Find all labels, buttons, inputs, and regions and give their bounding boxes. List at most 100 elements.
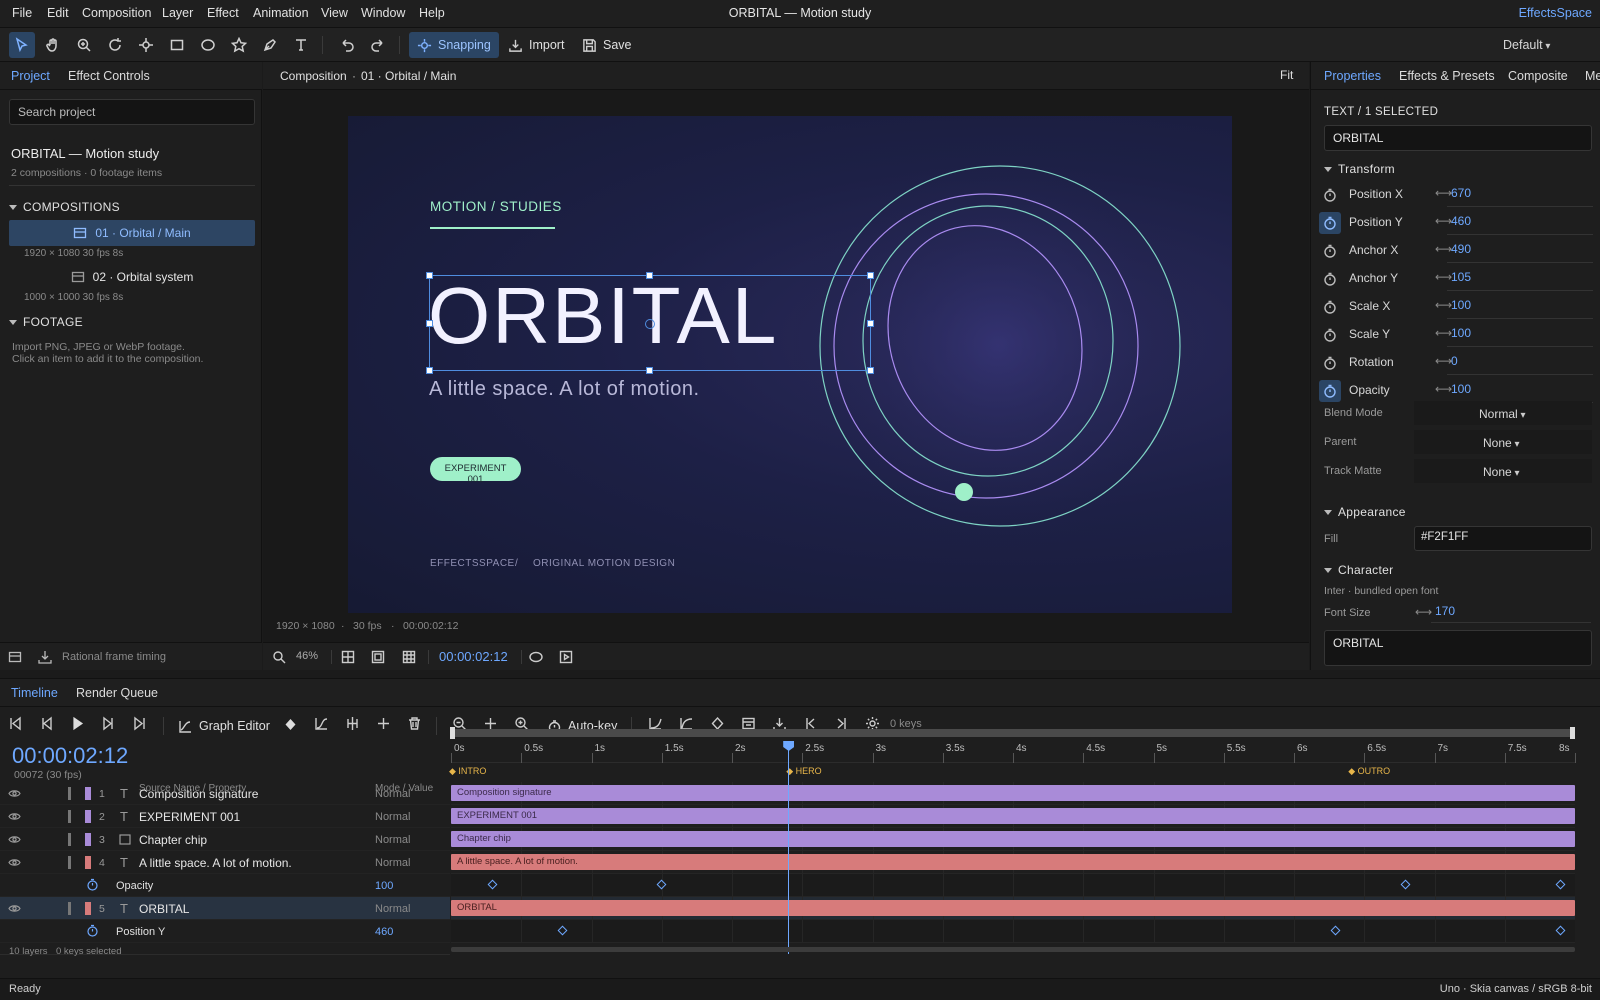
redo-icon[interactable] <box>365 32 391 58</box>
eye-icon[interactable] <box>8 903 21 914</box>
keyframe-icon[interactable] <box>283 717 298 732</box>
go-to-end-icon[interactable] <box>132 716 147 731</box>
subtitle-text[interactable]: A little space. A lot of motion. <box>429 378 700 401</box>
layer-row[interactable]: 2 T EXPERIMENT 001 Normal <box>0 805 450 828</box>
split-icon[interactable] <box>345 716 360 731</box>
composition-canvas[interactable]: MOTION / STUDIES ORBITAL A little space.… <box>348 116 1232 613</box>
snapping-toggle[interactable]: Snapping <box>409 32 499 58</box>
track-matte-dropdown[interactable]: None <box>1483 465 1520 479</box>
font-size-field[interactable]: 170 <box>1431 601 1591 623</box>
menu-layer[interactable]: Layer <box>162 6 193 20</box>
viewer-timecode[interactable]: 00:00:02:12 <box>439 649 508 664</box>
layer-mode[interactable]: Normal <box>375 811 410 823</box>
star-tool-icon[interactable] <box>226 32 252 58</box>
composition-item-system[interactable]: 02 · Orbital system <box>9 264 255 290</box>
marker-intro[interactable]: ◆ INTRO <box>449 766 486 777</box>
next-frame-icon[interactable] <box>101 716 116 731</box>
lock-toggle[interactable] <box>68 902 71 915</box>
layer-bar[interactable]: ORBITAL <box>451 900 1575 916</box>
transparency-grid-icon[interactable] <box>341 650 355 664</box>
footer-tagline-text[interactable]: ORIGINAL MOTION DESIGN <box>533 558 675 569</box>
fill-color-field[interactable]: #F2F1FF <box>1414 526 1592 551</box>
breadcrumb-comp[interactable]: 01 · Orbital / Main <box>361 69 456 83</box>
scale-y-field[interactable]: 100 <box>1447 323 1593 347</box>
keyframe-diamond[interactable] <box>1555 925 1566 936</box>
menu-window[interactable]: Window <box>361 6 405 20</box>
add-icon[interactable] <box>376 716 391 731</box>
anchor-y-field[interactable]: 105 <box>1447 267 1593 291</box>
timeline-scrollbar[interactable] <box>451 947 1575 952</box>
tab-effect-controls[interactable]: Effect Controls <box>68 69 150 83</box>
zoom-level[interactable]: 46% <box>296 650 318 662</box>
layer-row[interactable]: 5 T ORBITAL Normal <box>0 897 450 920</box>
eye-icon[interactable] <box>8 788 21 799</box>
rotate-tool-icon[interactable] <box>102 32 128 58</box>
rectangle-tool-icon[interactable] <box>164 32 190 58</box>
lock-toggle[interactable] <box>68 833 71 846</box>
stopwatch-icon[interactable] <box>1319 352 1341 374</box>
layer-bar[interactable]: A little space. A lot of motion. <box>451 854 1575 870</box>
layer-color-label[interactable] <box>85 787 91 800</box>
import-button[interactable]: Import <box>500 32 572 58</box>
safe-area-icon[interactable] <box>371 650 385 664</box>
stopwatch-icon[interactable] <box>1319 324 1341 346</box>
work-area-bar[interactable] <box>451 729 1575 737</box>
menu-effect[interactable]: Effect <box>207 6 239 20</box>
keyframe-diamond[interactable] <box>1555 879 1566 890</box>
mask-icon[interactable] <box>529 650 543 664</box>
preview-icon[interactable] <box>559 650 573 664</box>
character-section[interactable]: Character <box>1324 563 1393 577</box>
layer-color-label[interactable] <box>85 810 91 823</box>
lock-toggle[interactable] <box>68 856 71 869</box>
keyframe-diamond[interactable] <box>656 879 667 890</box>
easing-icon[interactable] <box>314 716 329 731</box>
property-value[interactable]: 460 <box>375 926 393 938</box>
layer-bar[interactable]: Composition signature <box>451 785 1575 801</box>
text-content-field[interactable]: ORBITAL <box>1324 630 1592 666</box>
layer-mode[interactable]: Normal <box>375 788 410 800</box>
selection-handle[interactable] <box>867 367 874 374</box>
play-icon[interactable] <box>70 716 85 731</box>
stopwatch-icon[interactable] <box>1319 240 1341 262</box>
tab-composite[interactable]: Composite <box>1508 69 1568 83</box>
layer-color-label[interactable] <box>85 902 91 915</box>
selection-handle[interactable] <box>646 367 653 374</box>
stopwatch-icon[interactable] <box>1319 380 1341 402</box>
menu-composition[interactable]: Composition <box>82 6 151 20</box>
graph-editor-button[interactable]: Graph Editor <box>178 715 270 737</box>
selection-handle[interactable] <box>426 367 433 374</box>
selection-handle[interactable] <box>426 320 433 327</box>
previous-frame-icon[interactable] <box>39 716 54 731</box>
breadcrumb-root[interactable]: Composition <box>280 69 347 83</box>
anchor-x-field[interactable]: 490 <box>1447 239 1593 263</box>
scrub-icon[interactable]: ⟷ <box>1415 605 1432 619</box>
font-info[interactable]: Inter · bundled open font <box>1324 585 1438 597</box>
layer-row[interactable]: 1 T Composition signature Normal <box>0 782 450 805</box>
experiment-chip[interactable]: EXPERIMENT 001 <box>430 457 521 485</box>
zoom-icon[interactable] <box>272 650 286 664</box>
selection-handle[interactable] <box>646 272 653 279</box>
ellipse-tool-icon[interactable] <box>195 32 221 58</box>
tab-effects-presets[interactable]: Effects & Presets <box>1399 69 1495 83</box>
selection-handle[interactable] <box>426 272 433 279</box>
blend-mode-dropdown[interactable]: Normal <box>1479 407 1525 421</box>
composition-item-main[interactable]: 01 · Orbital / Main <box>9 220 255 246</box>
time-ruler[interactable]: 0s 0.5s 1s 1.5s 2s 2.5s 3s 3.5s 4s 4.5s 5s 5.5s 6s 6.… <box>451 741 1576 763</box>
footage-section[interactable]: FOOTAGE <box>9 315 83 329</box>
parent-dropdown[interactable]: None <box>1483 436 1520 450</box>
compositions-section[interactable]: COMPOSITIONS <box>9 200 120 214</box>
tab-more[interactable]: Me <box>1585 69 1600 83</box>
marker-hero[interactable]: ◆ HERO <box>786 766 821 777</box>
eye-icon[interactable] <box>8 834 21 845</box>
layer-row[interactable]: 4 T A little space. A lot of motion. Normal <box>0 851 450 874</box>
stopwatch-icon[interactable] <box>1319 296 1341 318</box>
property-row[interactable]: Opacity 100 <box>0 874 450 897</box>
work-area-start-handle[interactable] <box>450 727 455 739</box>
scale-x-field[interactable]: 100 <box>1447 295 1593 319</box>
layer-color-label[interactable] <box>85 833 91 846</box>
layer-bar[interactable]: EXPERIMENT 001 <box>451 808 1575 824</box>
zoom-tool-icon[interactable] <box>71 32 97 58</box>
rotation-field[interactable]: 0 <box>1447 351 1593 375</box>
stopwatch-icon[interactable] <box>86 878 99 891</box>
grid-icon[interactable] <box>402 650 416 664</box>
